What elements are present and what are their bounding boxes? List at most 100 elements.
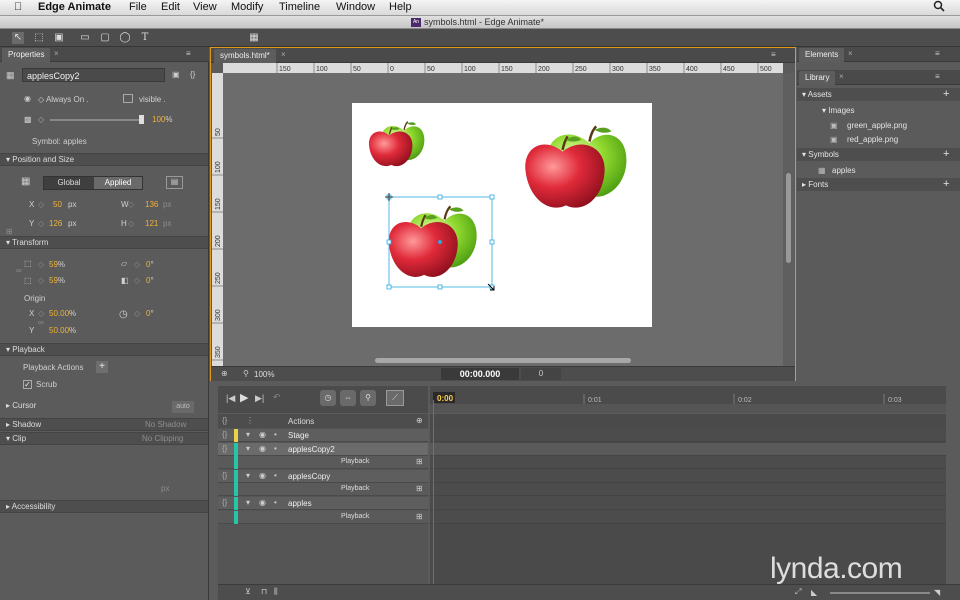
expand-layer-icon[interactable]: ▾ bbox=[246, 498, 250, 507]
timeline-layer-row[interactable]: {} ▾ ◉ • apples bbox=[218, 497, 428, 510]
tab-library[interactable]: Library bbox=[799, 71, 836, 85]
visibility-checkbox[interactable] bbox=[123, 94, 133, 103]
skew-x-value[interactable]: 0° bbox=[146, 260, 154, 269]
zoom-in-icon[interactable]: ◥ bbox=[934, 588, 940, 597]
timeline-sub-row[interactable]: ⊞ Playback bbox=[218, 483, 428, 497]
element-name-field[interactable]: applesCopy2 bbox=[22, 68, 165, 82]
link-scale-icon[interactable]: ∞ bbox=[16, 266, 22, 275]
applied-button[interactable]: Applied bbox=[94, 177, 142, 189]
expand-layer-icon[interactable]: ▾ bbox=[246, 444, 250, 453]
opacity-slider-handle[interactable] bbox=[139, 115, 144, 124]
layer-actions-icon[interactable]: {} bbox=[222, 444, 227, 453]
close-tab-icon[interactable]: × bbox=[54, 49, 59, 58]
origin-grid-icon[interactable]: ▦ bbox=[21, 176, 30, 187]
timeline-layer-row[interactable]: {} ▾ ◉ • applesCopy bbox=[218, 469, 428, 483]
timeline-track[interactable] bbox=[430, 429, 946, 442]
section-position-size[interactable]: ▾ Position and Size bbox=[0, 153, 208, 166]
menu-window[interactable]: Window bbox=[336, 1, 375, 13]
skew-y-value[interactable]: 0° bbox=[146, 276, 154, 285]
actions-braces-icon[interactable]: {} bbox=[222, 416, 227, 425]
menu-edit[interactable]: Edit bbox=[161, 1, 180, 13]
add-playback-action-button[interactable]: + bbox=[96, 361, 108, 373]
panel-menu-icon[interactable]: ≡ bbox=[186, 49, 191, 58]
w-unit[interactable]: px bbox=[163, 200, 171, 209]
tab-elements[interactable]: Elements bbox=[799, 48, 845, 62]
tab-symbols-html[interactable]: symbols.html* bbox=[214, 49, 276, 63]
lock-dot-icon[interactable]: • bbox=[274, 430, 277, 439]
expand-layer-icon[interactable]: ▾ bbox=[246, 430, 250, 439]
pin-icon[interactable]: ⚲ bbox=[360, 390, 376, 406]
selection-tool-icon[interactable]: ↖ bbox=[12, 32, 24, 44]
timeline-track[interactable] bbox=[430, 483, 946, 497]
scrub-checkbox[interactable]: ✓ bbox=[23, 380, 32, 389]
library-assets-header[interactable]: ▾ Assets + bbox=[797, 88, 960, 101]
lock-dot-icon[interactable]: • bbox=[274, 471, 277, 480]
origin-x-keyframe-icon[interactable]: ◇ bbox=[38, 309, 44, 318]
position-options-icon[interactable]: ▤ bbox=[166, 176, 183, 189]
filter-icon[interactable]: ⊻ bbox=[245, 587, 251, 596]
element-code-icon[interactable]: {} bbox=[190, 70, 195, 79]
go-to-start-icon[interactable]: |◀ bbox=[226, 393, 235, 404]
smart-transition-icon[interactable]: ⇔ bbox=[340, 390, 356, 406]
h-keyframe-icon[interactable]: ◇ bbox=[128, 219, 134, 228]
section-accessibility[interactable]: ▸ Accessibility bbox=[0, 500, 208, 513]
menu-timeline[interactable]: Timeline bbox=[279, 1, 320, 13]
expand-layer-icon[interactable]: ▾ bbox=[246, 471, 250, 480]
spotlight-search-icon[interactable] bbox=[933, 0, 945, 15]
element-class-icon[interactable]: ▣ bbox=[172, 70, 180, 79]
library-symbols-header[interactable]: ▾ Symbols + bbox=[797, 148, 960, 161]
opacity-value[interactable]: 100% bbox=[152, 115, 172, 124]
add-action-icon[interactable]: ⊕ bbox=[416, 416, 423, 425]
add-font-icon[interactable]: + bbox=[943, 178, 949, 190]
close-library-tab-icon[interactable]: × bbox=[839, 72, 844, 81]
auto-keyframe-icon[interactable]: ◷ bbox=[320, 390, 336, 406]
zoom-out-icon[interactable]: ◣ bbox=[811, 588, 817, 597]
h-unit[interactable]: px bbox=[163, 219, 171, 228]
lock-dot-icon[interactable]: • bbox=[274, 444, 277, 453]
rotate-value[interactable]: 0° bbox=[146, 309, 154, 318]
library-fonts-header[interactable]: ▸ Fonts + bbox=[797, 178, 960, 191]
vertical-ruler[interactable]: 50 100 150 200 250 300 350 bbox=[212, 73, 223, 367]
skew-y-keyframe-icon[interactable]: ◇ bbox=[134, 276, 140, 285]
timeline-track[interactable] bbox=[430, 510, 946, 524]
applesCopy2-instance[interactable] bbox=[387, 205, 478, 279]
x-value[interactable]: 50 bbox=[53, 200, 62, 209]
origin-y-value[interactable]: 50.00% bbox=[49, 326, 76, 335]
timeline-layer-row[interactable]: {} ▾ ◉ • Stage bbox=[218, 429, 428, 442]
opacity-slider[interactable] bbox=[50, 119, 142, 121]
zoom-icon[interactable]: ⚲ bbox=[243, 369, 249, 378]
library-item-green-apple[interactable]: green_apple.png bbox=[847, 121, 907, 130]
expand-icon[interactable]: ⊓ bbox=[261, 587, 267, 596]
rounded-rectangle-tool-icon[interactable]: ▢ bbox=[99, 32, 111, 44]
timeline-track[interactable] bbox=[430, 456, 946, 470]
display-dropdown[interactable]: ◇ Always On . bbox=[38, 95, 89, 104]
text-tool-icon[interactable]: T bbox=[139, 32, 151, 44]
apples-instance-2[interactable] bbox=[524, 125, 628, 209]
rectangle-tool-icon[interactable]: ▭ bbox=[79, 32, 91, 44]
rotate-keyframe-icon[interactable]: ◇ bbox=[134, 309, 140, 318]
lock-dot-icon[interactable]: • bbox=[274, 498, 277, 507]
size-options-icon[interactable]: ⊞ bbox=[6, 227, 13, 236]
visibility-dropdown[interactable]: visible . bbox=[139, 95, 166, 104]
layer-actions-icon[interactable]: {} bbox=[222, 430, 227, 439]
loop-icon[interactable]: ↶ bbox=[273, 392, 281, 403]
playhead[interactable] bbox=[433, 400, 434, 590]
global-button[interactable]: Global bbox=[44, 177, 94, 189]
menu-help[interactable]: Help bbox=[389, 1, 412, 13]
timeline-sub-row[interactable]: ⊞ Playback bbox=[218, 510, 428, 524]
apples-instance-1[interactable] bbox=[368, 120, 426, 167]
timeline-sub-row[interactable]: ⊞ Playback bbox=[218, 456, 428, 470]
play-icon[interactable]: ▶ bbox=[240, 391, 248, 404]
menu-modify[interactable]: Modify bbox=[231, 1, 263, 13]
library-item-apples-symbol[interactable]: apples bbox=[832, 166, 856, 175]
horizontal-scroll-thumb[interactable] bbox=[375, 358, 631, 363]
visibility-eye-icon[interactable]: ◉ bbox=[259, 498, 266, 507]
opacity-keyframe-icon[interactable]: ◇ bbox=[38, 115, 44, 124]
y-value[interactable]: 126 bbox=[49, 219, 62, 228]
w-keyframe-icon[interactable]: ◇ bbox=[128, 200, 134, 209]
easing-icon[interactable]: ⟋ bbox=[386, 390, 404, 406]
zoom-level[interactable]: 100% bbox=[254, 370, 274, 379]
scale-x-value[interactable]: 59% bbox=[49, 260, 65, 269]
go-to-end-icon[interactable]: ▶| bbox=[255, 393, 264, 404]
visibility-eye-icon[interactable]: ◉ bbox=[259, 430, 266, 439]
